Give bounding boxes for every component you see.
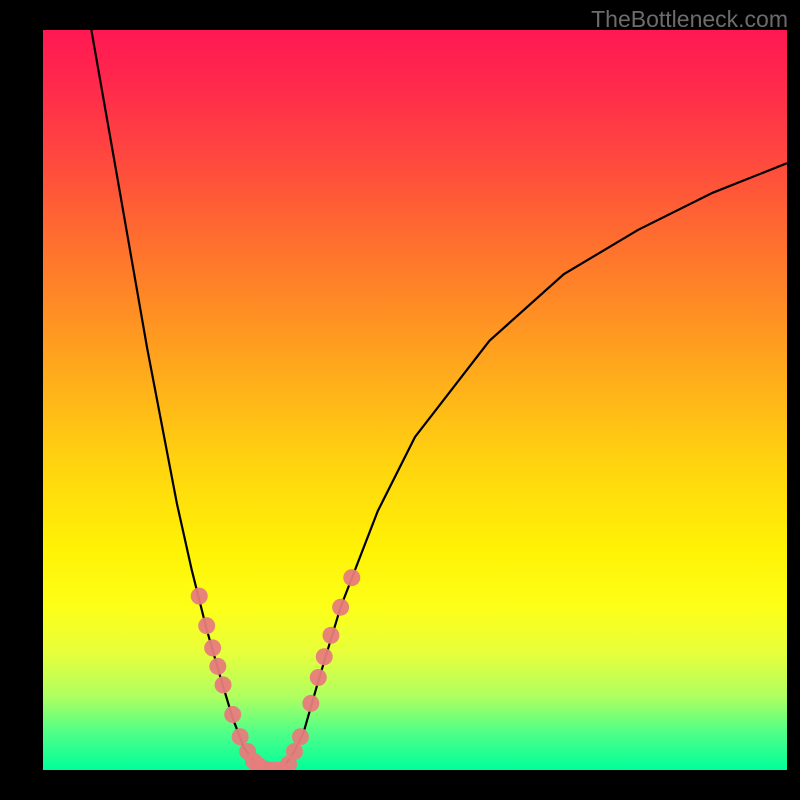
data-point (302, 695, 319, 712)
chart-container: TheBottleneck.com (0, 0, 800, 800)
data-point (232, 728, 249, 745)
data-point (316, 648, 333, 665)
data-point (209, 658, 226, 675)
data-point (343, 569, 360, 586)
data-point (198, 617, 215, 634)
data-point (310, 669, 327, 686)
data-point (215, 676, 232, 693)
curve-right-curve (281, 163, 787, 770)
chart-svg (43, 30, 787, 770)
data-point (224, 706, 241, 723)
data-point (191, 588, 208, 605)
data-point (322, 627, 339, 644)
data-point (332, 599, 349, 616)
watermark: TheBottleneck.com (591, 6, 788, 33)
data-point (286, 743, 303, 760)
data-point (204, 639, 221, 656)
point-group (191, 569, 361, 770)
curve-group (91, 30, 787, 770)
plot-area (43, 30, 787, 770)
data-point (292, 728, 309, 745)
curve-left-curve (91, 30, 266, 770)
